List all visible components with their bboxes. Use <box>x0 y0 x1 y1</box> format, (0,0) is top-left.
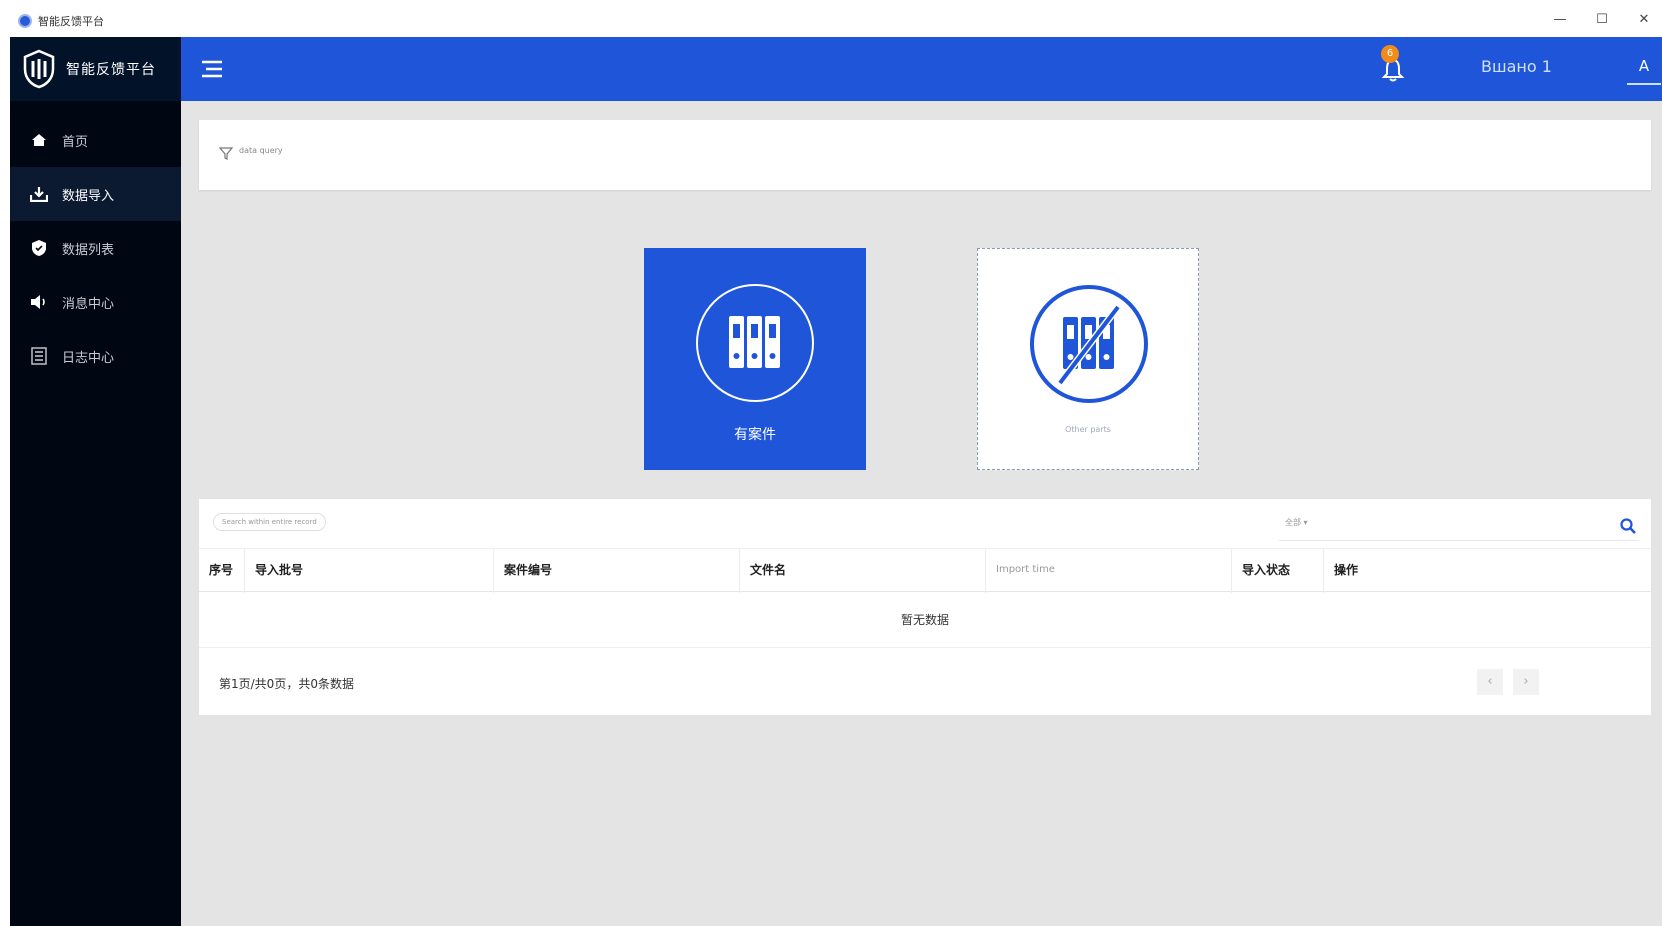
minimize-button[interactable]: — <box>1548 10 1572 30</box>
import-icon <box>30 185 48 203</box>
main-content: data query 有案件 Other parts Search within… <box>181 101 1662 926</box>
empty-state: 暂无数据 <box>199 592 1651 648</box>
column-header-file-name[interactable]: 文件名 <box>740 549 986 593</box>
binders-icon <box>696 284 814 402</box>
maximize-button[interactable]: ☐ <box>1590 10 1614 30</box>
window-title: 智能反馈平台 <box>38 15 104 28</box>
search-field-select[interactable]: 全部 ▾ <box>1285 517 1308 528</box>
brand[interactable]: 智能反馈平台 <box>10 37 181 101</box>
sidebar: 智能反馈平台 首页 数据导入 数据列表 消息中心 日志中心 <box>10 37 181 926</box>
next-page-button[interactable]: › <box>1513 669 1539 695</box>
tile-label: 有案件 <box>734 427 776 443</box>
app-icon <box>18 14 32 28</box>
sidebar-item-label: 数据导入 <box>62 188 115 204</box>
menu-toggle-icon[interactable] <box>201 59 223 79</box>
search-scope-tag[interactable]: Search within entire record <box>213 513 326 531</box>
user-avatar[interactable]: A <box>1627 51 1661 85</box>
column-header-index[interactable]: 序号 <box>199 549 245 593</box>
sidebar-item-messages[interactable]: 消息中心 <box>10 275 181 329</box>
close-button[interactable]: ✕ <box>1632 10 1656 30</box>
column-header-actions: 操作 <box>1334 563 1359 577</box>
search-box: 全部 ▾ <box>1279 511 1639 541</box>
filter-icon[interactable] <box>219 146 233 160</box>
shield-logo-icon <box>23 49 55 89</box>
speaker-icon <box>30 293 48 311</box>
sidebar-item-label: 消息中心 <box>62 296 115 312</box>
no-case-tile[interactable]: Other parts <box>977 248 1199 470</box>
sidebar-item-import[interactable]: 数据导入 <box>10 167 181 221</box>
table-header: 序号 导入批号 案件编号 文件名 Import time 导入状态 操作 <box>199 548 1651 593</box>
sidebar-item-home[interactable]: 首页 <box>10 113 181 167</box>
has-case-tile[interactable]: 有案件 <box>644 248 866 470</box>
column-header-batch[interactable]: 导入批号 <box>245 549 494 593</box>
sidebar-item-logs[interactable]: 日志中心 <box>10 329 181 383</box>
column-header-import-time[interactable]: Import time <box>986 549 1232 593</box>
brand-name: 智能反馈平台 <box>66 62 156 78</box>
username[interactable]: Вшано 1 <box>1481 57 1552 76</box>
filter-bar: data query <box>199 120 1651 190</box>
pagination-summary: 第1页/共0页，共0条数据 <box>219 677 354 691</box>
binders-crossed-icon <box>1030 285 1148 403</box>
window-titlebar: 智能反馈平台 — ☐ ✕ <box>0 0 1662 37</box>
sidebar-item-label: 日志中心 <box>62 350 115 366</box>
sidebar-nav: 首页 数据导入 数据列表 消息中心 日志中心 <box>10 113 181 383</box>
search-icon[interactable] <box>1619 517 1637 535</box>
top-header: 6 Вшано 1 A <box>181 37 1662 101</box>
search-input[interactable] <box>1319 515 1599 537</box>
column-header-case-number[interactable]: 案件编号 <box>494 549 740 593</box>
sidebar-item-label: 首页 <box>62 134 89 150</box>
filter-label[interactable]: data query <box>239 146 283 155</box>
sidebar-item-list[interactable]: 数据列表 <box>10 221 181 275</box>
home-icon <box>30 131 48 149</box>
column-header-import-status[interactable]: 导入状态 <box>1232 549 1324 593</box>
import-table-card: Search within entire record 全部 ▾ 序号 导入批号… <box>199 499 1651 715</box>
log-icon <box>30 347 48 365</box>
shield-icon <box>30 239 48 257</box>
notification-badge: 6 <box>1381 45 1399 63</box>
sidebar-item-label: 数据列表 <box>62 242 115 258</box>
prev-page-button[interactable]: ‹ <box>1477 669 1503 695</box>
tile-label: Other parts <box>1065 425 1111 434</box>
